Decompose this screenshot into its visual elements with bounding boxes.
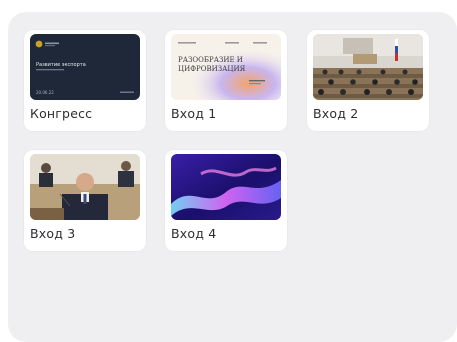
source-card-congress[interactable]: Развитие экспорта 20.06.22 Конгресс (24, 30, 146, 131)
source-label: Вход 4 (171, 226, 217, 241)
source-card-input-1[interactable]: РАЗООБРАЗИЕ И ЦИФРОВИЗАЦИЯ Вход 1 (165, 30, 287, 131)
slide-date: 20.06.22 (36, 90, 54, 95)
source-card-input-4[interactable]: Вход 4 (165, 150, 287, 251)
source-card-input-3[interactable]: Вход 3 (24, 150, 146, 251)
banner-heading-line-1: РАЗООБРАЗИЕ И (178, 56, 243, 64)
congress-logo-icon (35, 40, 43, 48)
source-label: Конгресс (30, 106, 93, 121)
source-label: Вход 3 (30, 226, 76, 241)
banner-heading-line-2: ЦИФРОВИЗАЦИЯ (178, 65, 246, 73)
source-card-input-2[interactable]: Вход 2 (307, 30, 429, 131)
source-thumbnail (30, 154, 140, 220)
source-thumbnail: РАЗООБРАЗИЕ И ЦИФРОВИЗАЦИЯ (171, 34, 281, 100)
slide-heading: Развитие экспорта (36, 62, 86, 68)
source-thumbnail: Развитие экспорта 20.06.22 (30, 34, 140, 100)
source-label: Вход 1 (171, 106, 217, 121)
source-label: Вход 2 (313, 106, 359, 121)
source-thumbnail (171, 154, 281, 220)
input-sources-panel: Развитие экспорта 20.06.22 Конгресс РАЗО… (8, 12, 457, 342)
source-thumbnail (313, 34, 423, 100)
